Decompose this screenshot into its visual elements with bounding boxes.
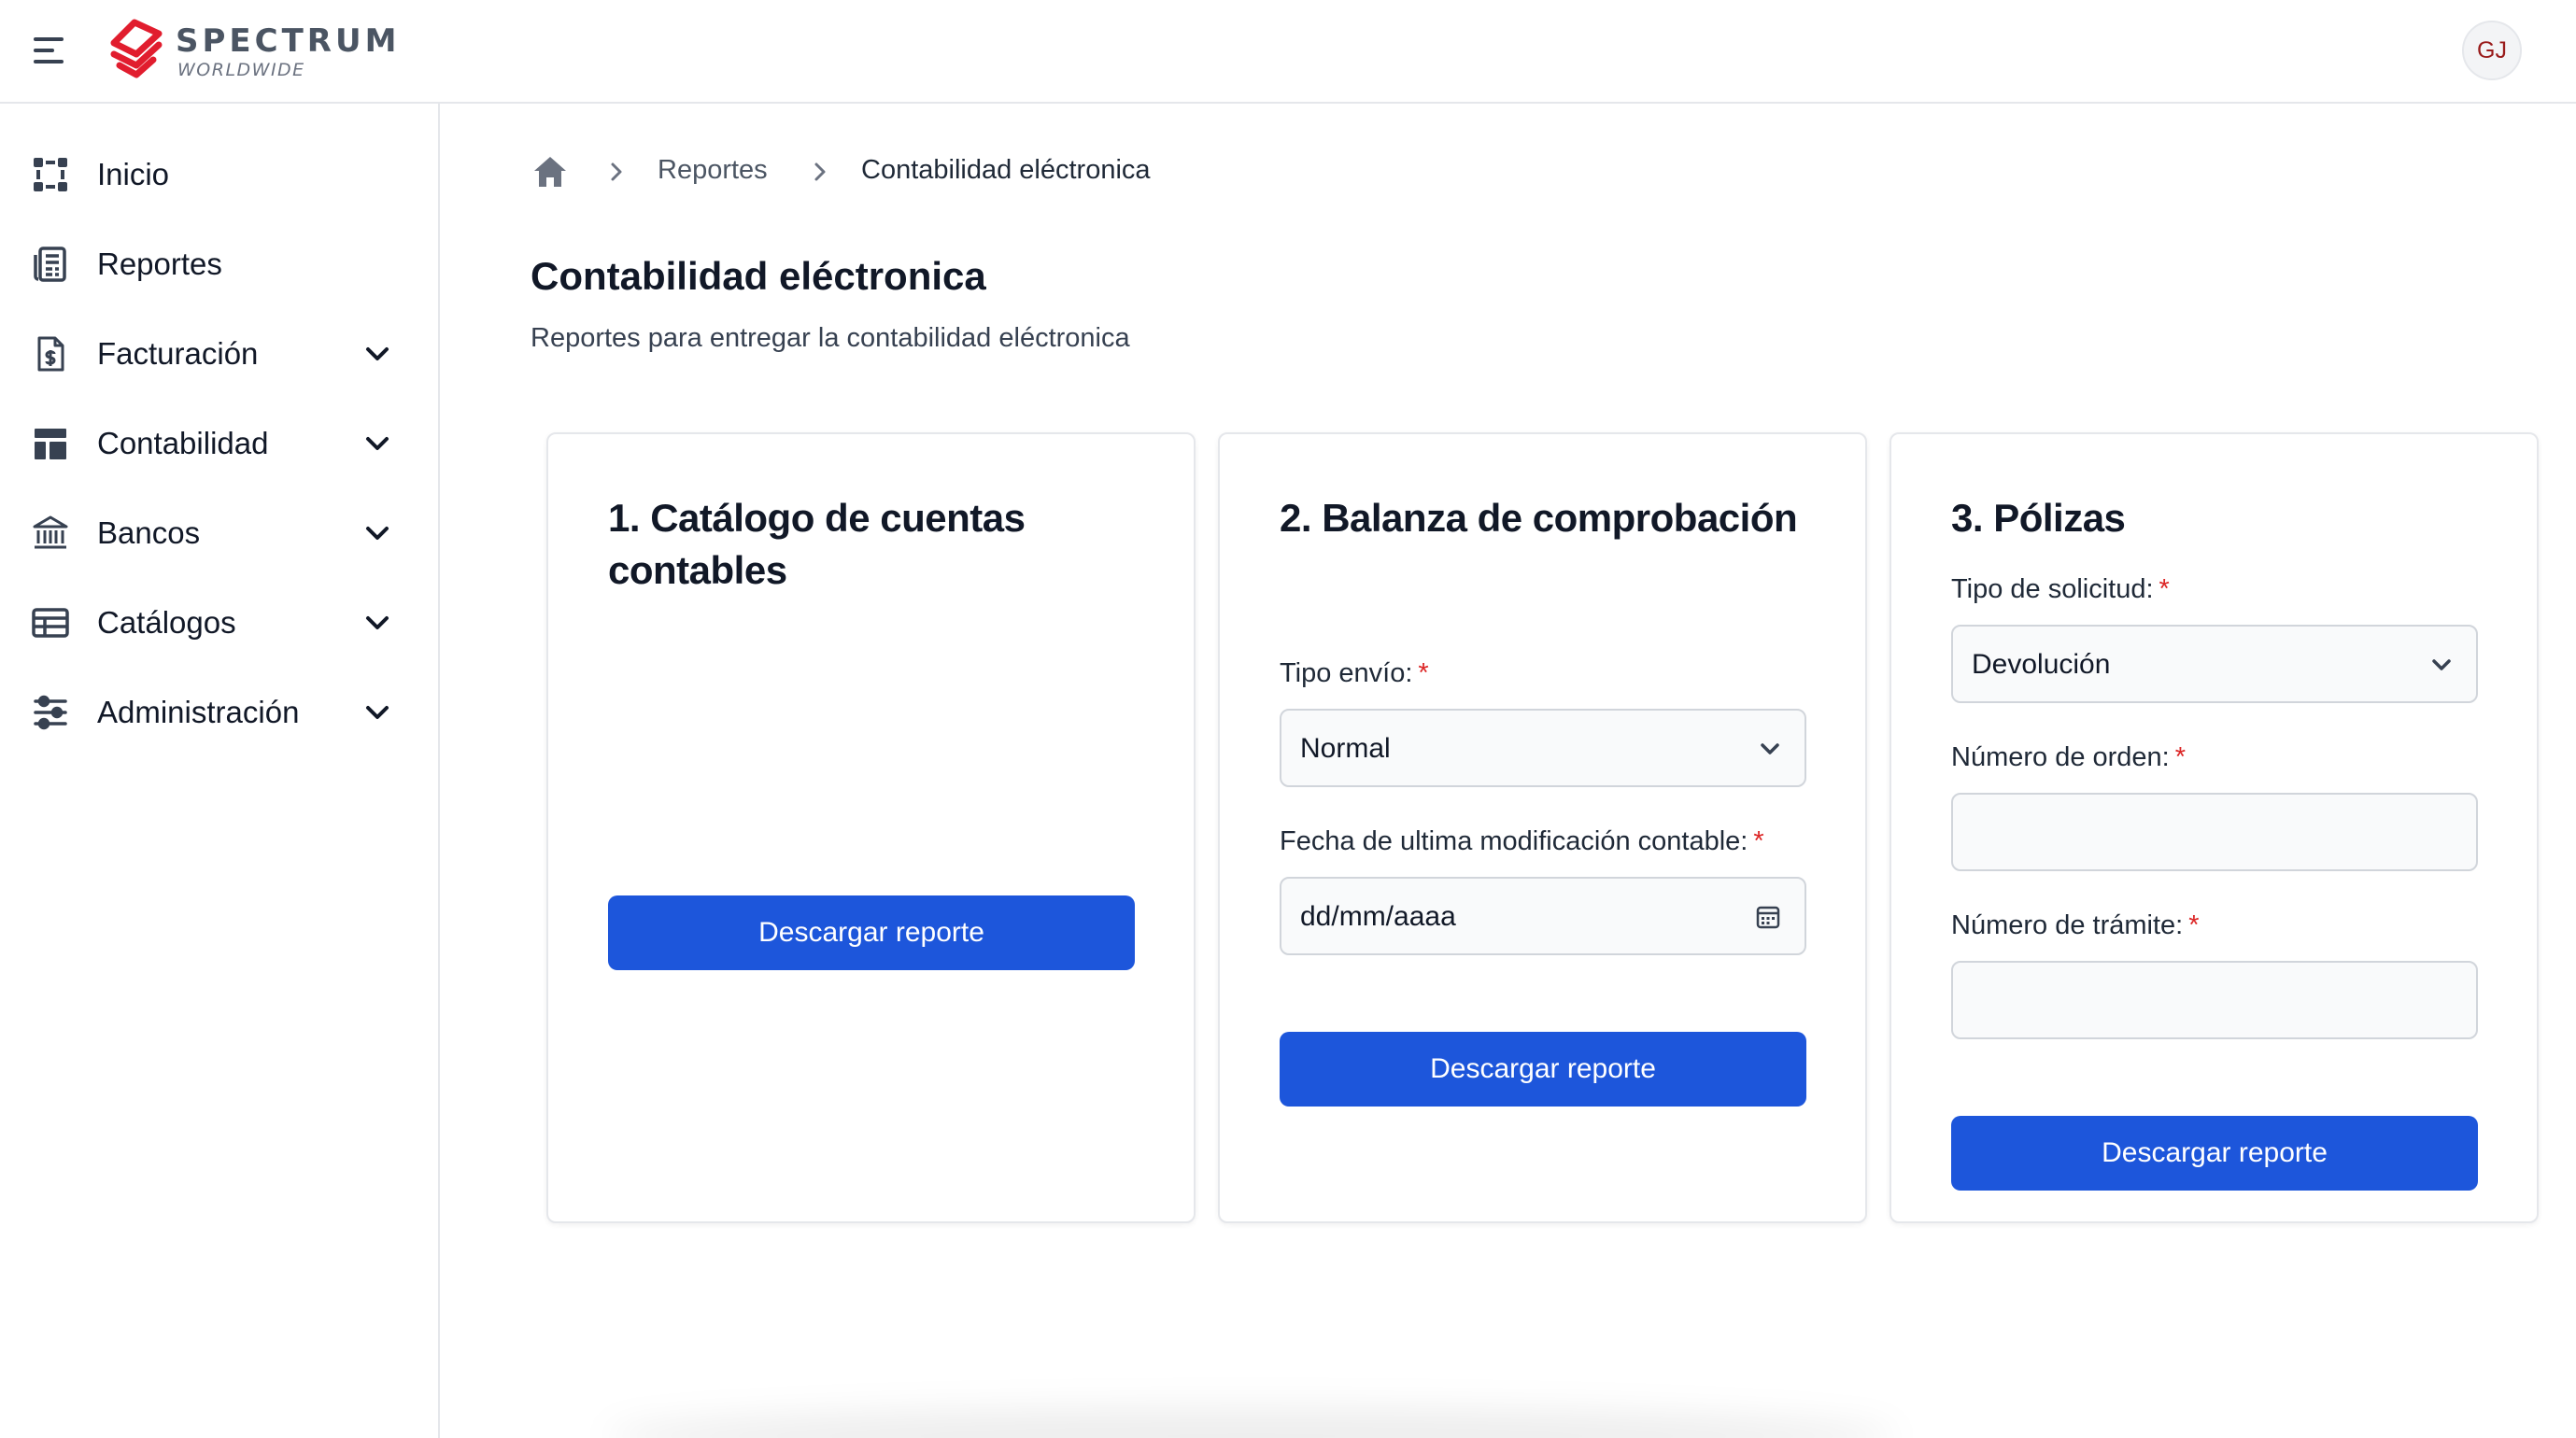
sidebar-item-label: Facturación [97, 336, 259, 371]
breadcrumb-current: Contabilidad eléctronica [861, 155, 1151, 185]
tipo-solicitud-select[interactable]: Devolución [1951, 625, 2478, 703]
required-marker: * [2158, 574, 2170, 604]
sidebar: Inicio Reportes Facturación Contabilidad… [0, 104, 440, 1438]
chevron-down-icon[interactable] [362, 339, 392, 369]
chevron-right-icon [611, 162, 622, 181]
download-report-button[interactable]: Descargar reporte [1951, 1116, 2478, 1191]
page-title: Contabilidad eléctronica [531, 254, 986, 298]
invoice-dollar-icon [37, 336, 64, 372]
chevron-down-icon[interactable] [362, 608, 392, 638]
sidebar-item-label: Inicio [97, 157, 170, 191]
tipo-envio-label: Tipo envío: * [1280, 658, 1429, 688]
card-catalogo-cuentas: 1. Catálogo de cuentas contables Descarg… [546, 432, 1196, 1223]
sidebar-item-label: Administración [97, 695, 300, 729]
tipo-envio-value: Normal [1300, 733, 1391, 764]
grid-dots-icon [34, 158, 67, 191]
chevron-down-icon[interactable] [362, 518, 392, 548]
sidebar-item-reportes[interactable]: Reportes [0, 227, 438, 302]
menu-icon[interactable] [34, 35, 71, 65]
sidebar-item-contabilidad[interactable]: Contabilidad [0, 406, 438, 481]
sidebar-item-label: Reportes [97, 247, 222, 281]
sliders-icon [34, 695, 67, 730]
tipo-solicitud-value: Devolución [1972, 649, 2111, 680]
chevron-down-icon[interactable] [362, 429, 392, 458]
breadcrumb-reportes[interactable]: Reportes [658, 155, 768, 186]
numero-tramite-label: Número de trámite: * [1951, 910, 2200, 940]
card-title: 2. Balanza de comprobación [1280, 496, 1798, 540]
chevron-down-icon [1761, 743, 1779, 754]
sidebar-item-inicio[interactable]: Inicio [0, 137, 438, 212]
sidebar-item-label: Catálogos [97, 605, 236, 640]
tipo-envio-select[interactable]: Normal [1280, 709, 1806, 787]
sidebar-item-catalogos[interactable]: Catálogos [0, 585, 438, 660]
sidebar-item-label: Bancos [97, 515, 201, 550]
chevron-down-icon [2432, 659, 2451, 670]
user-avatar[interactable]: GJ [2462, 21, 2522, 80]
chevron-right-icon [814, 162, 826, 181]
card-balanza-comprobacion: 2. Balanza de comprobación Tipo envío: * … [1218, 432, 1867, 1223]
bank-icon [33, 515, 68, 549]
logo-subtitle: WORLDWIDE [177, 60, 305, 80]
spectrum-logo[interactable]: SPECTRUM WORLDWIDE [101, 17, 396, 82]
report-sheet-icon [34, 247, 66, 282]
sidebar-item-facturacion[interactable]: Facturación [0, 317, 438, 391]
fecha-modificacion-label: Fecha de ultima modificación contable: * [1280, 826, 1764, 856]
numero-orden-label: Número de orden: * [1951, 742, 2187, 772]
card-polizas: 3. Pólizas Tipo de solicitud: * Devolució… [1890, 432, 2539, 1223]
fecha-modificacion-input[interactable]: dd/mm/aaaa [1280, 877, 1806, 955]
calendar-icon[interactable] [1754, 903, 1782, 931]
numero-orden-field[interactable] [1953, 795, 2476, 869]
download-report-button[interactable]: Descargar reporte [608, 895, 1135, 970]
logo-title: SPECTRUM [176, 22, 401, 60]
home-icon[interactable] [532, 155, 568, 189]
download-report-button[interactable]: Descargar reporte [1280, 1032, 1806, 1107]
spectrum-logo-mark-icon [110, 19, 163, 78]
page-subtitle: Reportes para entregar la contabilidad e… [531, 323, 1130, 353]
tipo-solicitud-label: Tipo de solicitud: * [1951, 574, 2170, 604]
required-marker: * [2174, 742, 2187, 772]
date-placeholder: dd/mm/aaaa [1300, 901, 1456, 932]
required-marker: * [1418, 658, 1429, 688]
required-marker: * [2188, 910, 2200, 940]
sidebar-item-label: Contabilidad [97, 426, 269, 460]
required-marker: * [1753, 826, 1764, 856]
top-bar: SPECTRUM WORLDWIDE GJ [0, 0, 2576, 104]
numero-tramite-field[interactable] [1953, 963, 2476, 1037]
sidebar-item-bancos[interactable]: Bancos [0, 496, 438, 571]
chevron-down-icon[interactable] [362, 698, 392, 727]
sidebar-item-administracion[interactable]: Administración [0, 675, 438, 750]
card-title: 1. Catálogo de cuentas contables [608, 496, 1026, 592]
numero-tramite-input[interactable] [1951, 961, 2478, 1039]
card-title: 3. Pólizas [1951, 496, 2126, 540]
table-icon [32, 608, 69, 638]
numero-orden-input[interactable] [1951, 793, 2478, 871]
layout-icon [35, 429, 66, 459]
footer-shadow [607, 1408, 1896, 1438]
